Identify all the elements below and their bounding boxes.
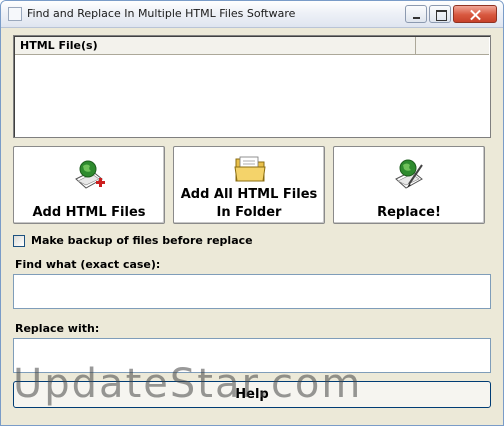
- replace-label: Replace!: [377, 205, 441, 220]
- minimize-icon: [406, 6, 426, 22]
- app-icon[interactable]: [8, 7, 22, 21]
- find-what-label: Find what (exact case):: [15, 258, 161, 271]
- close-button[interactable]: [453, 5, 497, 23]
- replace-with-label: Replace with:: [15, 322, 100, 335]
- replace-with-input[interactable]: [13, 338, 491, 373]
- backup-checkbox-label[interactable]: Make backup of files before replace: [31, 234, 253, 247]
- title-bar[interactable]: Find and Replace In Multiple HTML Files …: [1, 1, 503, 28]
- add-folder-label-line2: In Folder: [216, 205, 282, 220]
- add-folder-label-line1: Add All HTML Files: [180, 187, 318, 202]
- maximize-button[interactable]: [429, 5, 451, 23]
- maximize-icon: [430, 6, 450, 22]
- add-all-html-files-in-folder-button[interactable]: Add All HTML Files In Folder: [173, 146, 325, 224]
- replace-button[interactable]: Replace!: [333, 146, 485, 224]
- window-title: Find and Replace In Multiple HTML Files …: [27, 7, 296, 20]
- add-html-files-label: Add HTML Files: [32, 205, 146, 220]
- backup-checkbox[interactable]: [13, 235, 25, 247]
- find-what-input[interactable]: [13, 274, 491, 309]
- globe-page-plus-icon: [75, 160, 105, 189]
- add-html-files-button[interactable]: Add HTML Files: [13, 146, 165, 224]
- help-button[interactable]: Help: [13, 381, 491, 408]
- column-header-html-files[interactable]: HTML File(s): [15, 37, 416, 54]
- globe-pen-icon: [395, 159, 423, 189]
- app-window: Find and Replace In Multiple HTML Files …: [0, 0, 504, 426]
- html-files-list[interactable]: HTML File(s): [13, 35, 491, 138]
- folder-icon: [234, 156, 266, 182]
- close-icon: [454, 6, 496, 22]
- column-header-2[interactable]: [416, 37, 491, 54]
- list-header: HTML File(s): [15, 37, 489, 55]
- minimize-button[interactable]: [405, 5, 427, 23]
- add-folder-label: Add All HTML Files In Folder: [174, 186, 324, 222]
